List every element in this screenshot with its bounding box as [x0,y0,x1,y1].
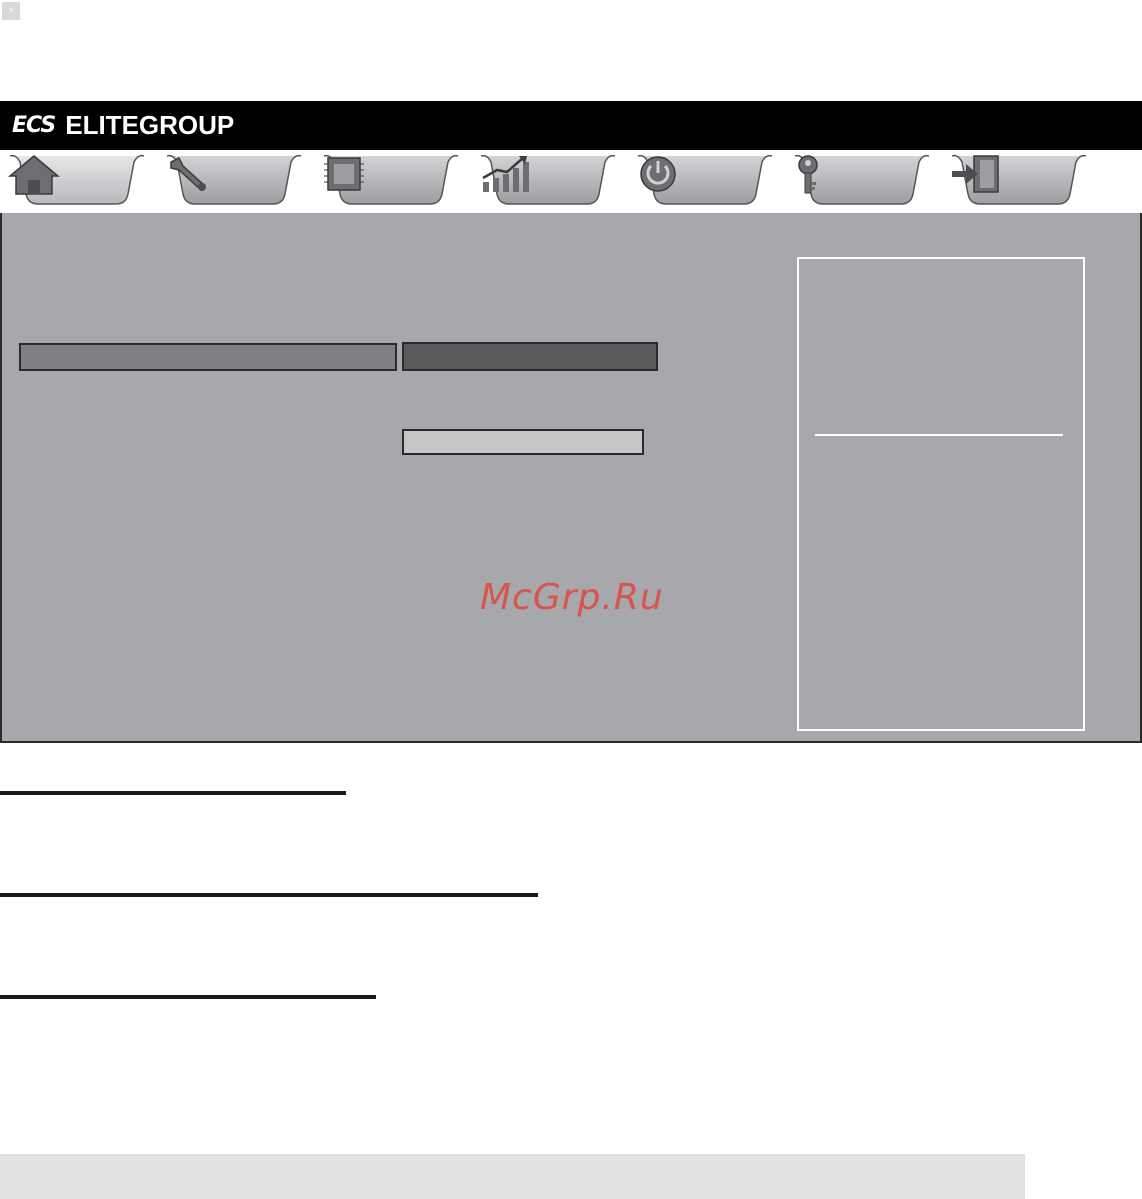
help-panel [797,257,1085,731]
watermark: McGrp.Ru [480,577,664,618]
tab-exit[interactable] [950,154,1088,208]
tab-power[interactable] [636,154,774,208]
brand-name: ELITEGROUP [65,109,235,140]
key-icon [793,154,931,208]
brand-mark: ECS [12,112,56,138]
tab-bar [0,150,1142,213]
home-icon [8,154,146,208]
power-icon [636,154,774,208]
brand-header: ECS ELITEGROUP [0,101,1142,150]
chart-icon [479,154,617,208]
heading-rule [0,893,538,897]
help-divider [815,434,1063,436]
selected-value-bar[interactable] [402,342,658,371]
main-panel: McGrp.Ru [0,213,1142,743]
tab-advanced[interactable] [165,154,303,208]
tab-home[interactable] [8,154,146,208]
tab-performance[interactable] [479,154,617,208]
exit-icon [950,154,1088,208]
wrench-icon [165,154,303,208]
selected-item-bar[interactable] [19,343,397,371]
chevron-right-icon: › [2,2,20,20]
chipset-icon [322,154,460,208]
tab-security[interactable] [793,154,931,208]
heading-rule [0,791,346,795]
tab-chipset[interactable] [322,154,460,208]
value-field[interactable] [402,429,644,455]
brand-logo: ECS ELITEGROUP [12,109,234,141]
heading-rule [0,995,376,999]
footer-bar [0,1154,1025,1199]
